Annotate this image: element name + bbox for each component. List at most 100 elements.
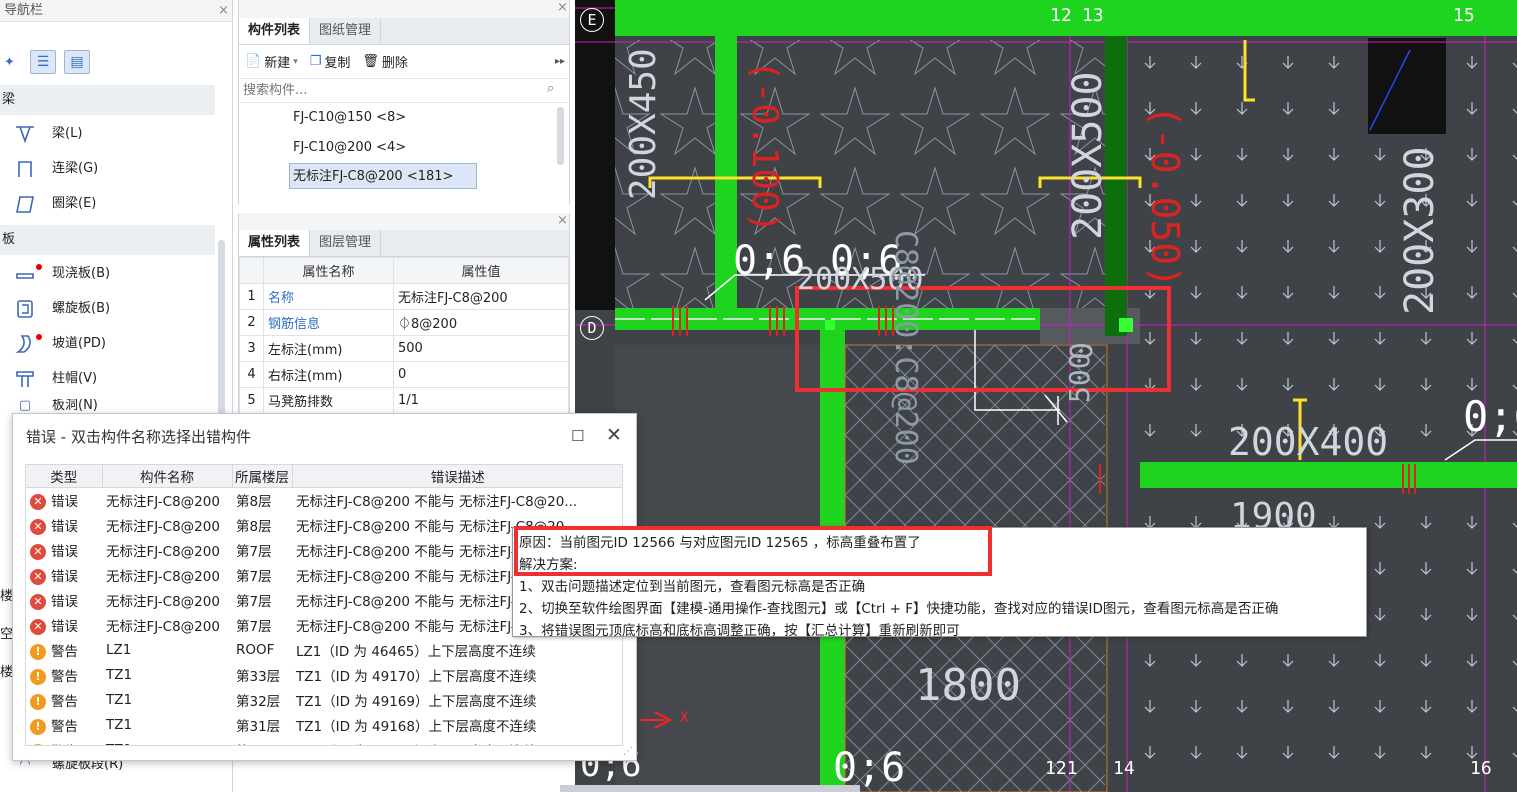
new-button[interactable]: 📄 新建 ▾ [245, 52, 298, 71]
property-panel: × 属性列表 图层管理 属性名称 属性值 1 名称 无标注FJ-C8@200 2… [238, 213, 570, 443]
floor-cell[interactable]: 第8层 [232, 512, 292, 537]
table-row[interactable]: 3 左标注(mm) 500 [239, 335, 569, 362]
warning-icon: ! [30, 718, 46, 735]
component-name-cell[interactable]: 无标注FJ-C8@200 [102, 487, 232, 512]
tooltip-step: 2、切换至软件绘图界面【建模-通用操作-查找图元】或【Ctrl + F】快捷功能… [519, 601, 1279, 617]
floor-cell[interactable]: 第33层 [232, 662, 292, 687]
property-value[interactable]: 500 [393, 335, 569, 362]
tooltip-step: 1、双击问题描述定位到当前图元，查看图元标高是否正确 [519, 579, 866, 595]
floor-cell[interactable]: ROOF [232, 637, 292, 662]
cad-text: 500 [1063, 352, 1096, 403]
floor-cell[interactable]: 第7层 [232, 587, 292, 612]
floor-cell[interactable]: 第7层 [232, 537, 292, 562]
row-index: 2 [239, 309, 264, 336]
property-value[interactable]: 0 [393, 361, 569, 388]
error-desc-cell[interactable]: TZ1（ID 为 49167）上下层高度不连续 [292, 737, 622, 746]
error-desc-cell[interactable]: TZ1（ID 为 49168）上下层高度不连续 [292, 712, 622, 737]
nav-item-ring-beam[interactable]: 圈梁(E) [10, 189, 96, 219]
component-name-cell[interactable]: TZ1 [102, 737, 232, 746]
error-desc-cell[interactable]: TZ1（ID 为 49170）上下层高度不连续 [292, 662, 622, 687]
modified-dot-icon [36, 334, 42, 340]
nav-side-char: 楼 [0, 665, 14, 680]
floor-cell[interactable]: 第32层 [232, 687, 292, 712]
search-icon[interactable]: ⌕ [547, 81, 554, 96]
close-icon[interactable]: ✕ [606, 424, 622, 446]
nav-item-coupling-beam[interactable]: 连梁(G) [10, 154, 98, 184]
nav-group-beam[interactable]: 梁 [0, 85, 215, 115]
tab-property-list[interactable]: 属性列表 [239, 230, 311, 256]
table-row[interactable]: 5 马凳筋排数 1/1 [239, 387, 569, 414]
copy-label: 复制 [324, 56, 351, 71]
panel-close-icon[interactable]: × [557, 213, 568, 228]
nav-group-slab[interactable]: 板 [0, 225, 215, 255]
floor-cell[interactable]: 第31层 [232, 712, 292, 737]
detail-view-icon[interactable]: ▤ [64, 50, 90, 74]
component-name-cell[interactable]: LZ1 [102, 637, 232, 662]
more-icon[interactable]: ▸▸ [555, 56, 565, 67]
component-name-cell[interactable]: 无标注FJ-C8@200 [102, 537, 232, 562]
error-type-cell: ! 警告 [26, 712, 102, 737]
delete-button[interactable]: 🗑 删除 [362, 52, 408, 71]
axis-label: 16 [1470, 758, 1492, 779]
component-name-cell[interactable]: 无标注FJ-C8@200 [102, 512, 232, 537]
ramp-icon [10, 334, 42, 354]
error-type-cell: ✕ 错误 [26, 512, 102, 537]
list-scrollbar[interactable] [557, 107, 564, 165]
component-name-cell[interactable]: 无标注FJ-C8@200 [102, 587, 232, 612]
property-value[interactable]: ⏀8@200 [393, 309, 569, 336]
maximize-icon[interactable]: ☐ [571, 427, 584, 445]
nav-toolbar: ✦ ☰ ▤ [4, 50, 90, 74]
table-row[interactable]: 4 右标注(mm) 0 [239, 361, 569, 388]
modified-dot-icon [36, 264, 42, 270]
tab-drawing-management[interactable]: 图纸管理 [310, 18, 382, 44]
floor-cell[interactable]: 第7层 [232, 562, 292, 587]
error-desc-cell[interactable]: 无标注FJ-C8@200 不能与 无标注FJ-C8@20... [292, 487, 622, 512]
col-header: 属性名称 [263, 257, 394, 284]
nav-item-spiral-slab[interactable]: 螺旋板(B) [10, 294, 110, 324]
nav-close-icon[interactable]: × [218, 0, 229, 22]
table-row[interactable]: ! 警告 TZ1 第32层 TZ1（ID 为 49169）上下层高度不连续 [26, 687, 622, 712]
warning-icon: ! [30, 668, 46, 685]
col-header: 构件名称 [102, 465, 233, 488]
error-type-cell: ! 警告 [26, 687, 102, 712]
floor-cell[interactable]: 第8层 [232, 487, 292, 512]
list-item-selected[interactable]: 无标注FJ-C8@200 <181> [289, 163, 477, 189]
tab-component-list[interactable]: 构件列表 [239, 18, 311, 44]
warning-icon: ! [30, 643, 46, 660]
component-name-cell[interactable]: TZ1 [102, 662, 232, 687]
sparkle-icon[interactable]: ✦ [4, 55, 22, 70]
copy-button[interactable]: ❐ 复制 [310, 52, 351, 71]
component-name-cell[interactable]: TZ1 [102, 687, 232, 712]
panel-close-icon[interactable]: × [557, 0, 568, 15]
table-row[interactable]: ! 警告 TZ1第30层TZ1（ID 为 49167）上下层高度不连续 [26, 737, 622, 746]
error-type-cell: ✕ 错误 [26, 587, 102, 612]
nav-item-ramp[interactable]: 坡道(PD) [10, 329, 106, 359]
floor-cell[interactable]: 第7层 [232, 612, 292, 637]
nav-item-slab-hole[interactable]: ▢ 板洞(N) [10, 399, 98, 413]
floor-cell[interactable]: 第30层 [232, 737, 292, 746]
resize-grip-icon[interactable]: ⋰ [623, 746, 633, 757]
error-desc-cell[interactable]: TZ1（ID 为 49169）上下层高度不连续 [292, 687, 622, 712]
error-type-label: 错误 [51, 493, 78, 510]
component-name-cell[interactable]: 无标注FJ-C8@200 [102, 612, 232, 637]
table-row[interactable]: ! 警告 TZ1 第31层 TZ1（ID 为 49168）上下层高度不连续 [26, 712, 622, 737]
list-item[interactable]: FJ-C10@200 <4> [239, 133, 569, 163]
tab-layer-management[interactable]: 图层管理 [310, 230, 382, 256]
nav-scrollbar[interactable] [218, 240, 225, 420]
search-input[interactable] [239, 79, 529, 101]
table-row[interactable]: 2 钢筋信息 ⏀8@200 [239, 309, 569, 336]
nav-item-label: 坡道(PD) [52, 336, 106, 351]
component-name-cell[interactable]: TZ1 [102, 712, 232, 737]
property-value[interactable]: 1/1 [393, 387, 569, 414]
cad-canvas[interactable]: 12 13 15 121 14 16 E D 200X450 (-0.100) … [575, 0, 1517, 792]
property-value[interactable]: 无标注FJ-C8@200 [393, 283, 569, 310]
list-item[interactable]: FJ-C10@150 <8> [239, 103, 569, 133]
nav-item-cast-slab[interactable]: 现浇板(B) [10, 259, 110, 289]
table-row[interactable]: ! 警告 TZ1 第33层 TZ1（ID 为 49170）上下层高度不连续 [26, 662, 622, 687]
list-view-icon[interactable]: ☰ [30, 50, 56, 74]
nav-item-beam[interactable]: 梁(L) [10, 119, 82, 149]
table-row[interactable]: ✕ 错误 无标注FJ-C8@200 第8层 无标注FJ-C8@200 不能与 无标注FJ… [26, 487, 622, 512]
nav-item-column-cap[interactable]: 柱帽(V) [10, 364, 97, 394]
component-name-cell[interactable]: 无标注FJ-C8@200 [102, 562, 232, 587]
table-row[interactable]: 1 名称 无标注FJ-C8@200 [239, 283, 569, 310]
